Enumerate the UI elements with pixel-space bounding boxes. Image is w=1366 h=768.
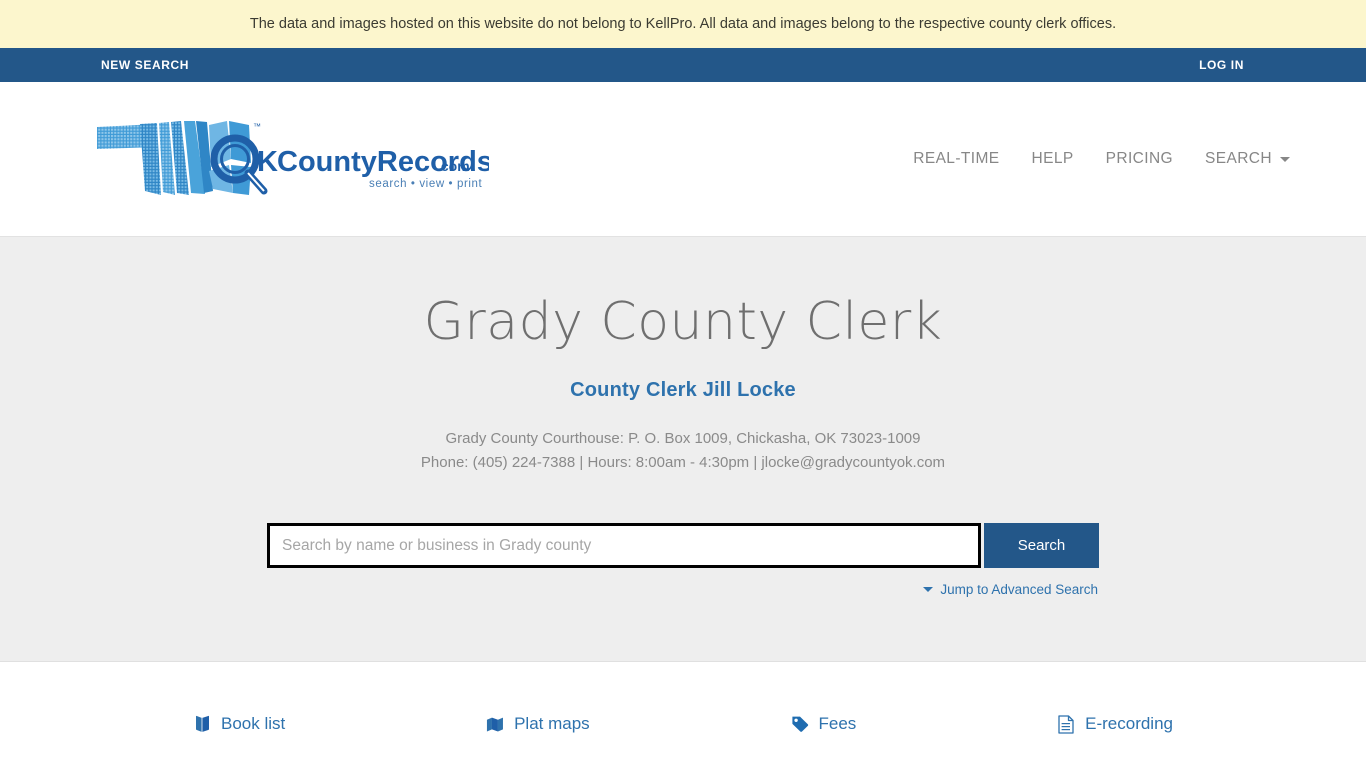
nav-item-label: HELP [1031,150,1074,167]
site-logo[interactable]: ™ K CountyRecords .com search • view • p… [95,114,489,204]
nav-item-search[interactable]: SEARCH [1189,140,1306,178]
logo-wordmark: ™ K CountyRecords .com search • view • p… [209,119,489,199]
quick-link-plat-maps[interactable]: Plat maps [486,714,590,734]
quick-link-book-list[interactable]: Book list [193,714,285,734]
nav-item-label: SEARCH [1205,150,1272,167]
quick-link-fees[interactable]: Fees [791,714,857,734]
search-button[interactable]: Search [984,523,1099,569]
document-icon [1057,714,1075,734]
search-input[interactable] [267,523,981,569]
new-search-link[interactable]: NEW SEARCH [101,58,189,72]
chevron-down-icon [1280,156,1290,162]
advanced-search-label: Jump to Advanced Search [940,582,1098,598]
county-clerk-name: County Clerk Jill Locke [570,379,796,402]
svg-text:.com: .com [437,158,470,174]
disclaimer-text: The data and images hosted on this websi… [249,15,1117,32]
nav-item-label: REAL-TIME [913,150,1000,167]
jump-to-advanced-search-link[interactable]: Jump to Advanced Search [923,582,1098,597]
quick-link-e-recording[interactable]: E-recording [1057,714,1173,734]
nav-item-help[interactable]: HELP [1016,140,1090,178]
page-title: Grady County Clerk [423,292,943,352]
quick-link-label: Book list [221,714,286,733]
disclaimer-banner: The data and images hosted on this websi… [0,0,1366,48]
site-header: ™ K CountyRecords .com search • view • p… [0,82,1366,237]
phone-hours-email-line: Phone: (405) 224-7388 | Hours: 8:00am - … [420,454,946,472]
quick-link-label: E-recording [1085,714,1173,733]
chevron-down-icon [923,587,934,593]
map-icon [486,714,504,734]
logo-pages-icon [95,119,213,199]
hero-section: Grady County Clerk County Clerk Jill Loc… [0,237,1366,662]
svg-text:K: K [257,146,278,178]
advanced-search-row: Jump to Advanced Search [267,579,1099,597]
log-in-link[interactable]: LOG IN [1199,58,1244,72]
svg-text:™: ™ [253,122,261,131]
nav-item-label: PRICING [1105,150,1173,167]
quick-link-label: Fees [818,714,857,733]
contact-info: Grady County Courthouse: P. O. Box 1009,… [0,427,1366,475]
search-row: Search [267,523,1099,569]
top-nav-bar: NEW SEARCH LOG IN [0,48,1366,82]
main-navigation: REAL-TIME HELP PRICING SEARCH [897,140,1306,178]
quick-links-section: Book list Plat maps Fees E-recording [0,662,1366,734]
book-icon [193,714,211,734]
address-line: Grady County Courthouse: P. O. Box 1009,… [445,430,921,448]
search-area: Search Jump to Advanced Search [267,523,1099,597]
nav-item-real-time[interactable]: REAL-TIME [897,140,1015,178]
tag-icon [791,714,809,734]
nav-item-pricing[interactable]: PRICING [1090,140,1189,178]
quick-links-row: Book list Plat maps Fees E-recording [183,714,1183,734]
svg-text:search • view • print: search • view • print [369,178,483,190]
quick-link-label: Plat maps [514,714,590,733]
